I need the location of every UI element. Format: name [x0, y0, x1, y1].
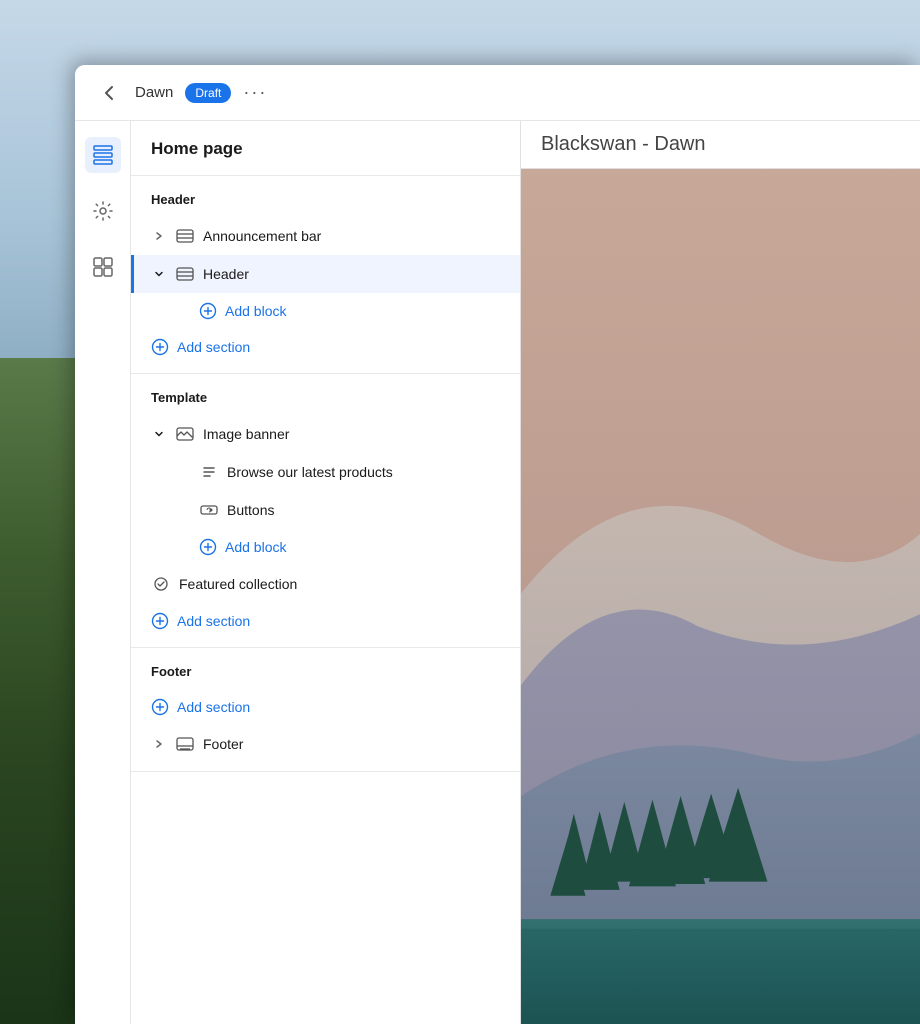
sidebar-sections-button[interactable] — [85, 137, 121, 173]
add-section-footer-button[interactable]: Add section — [131, 689, 520, 725]
tree-item-announcement-bar[interactable]: Announcement bar — [131, 217, 520, 255]
tree-item-footer[interactable]: Footer — [131, 725, 520, 763]
theme-name: Dawn — [135, 84, 173, 101]
add-block-header-label: Add block — [225, 303, 286, 319]
add-block-header-button[interactable]: Add block — [131, 293, 520, 329]
section-group-template-label: Template — [131, 390, 520, 415]
section-group-footer: Footer Add section — [131, 648, 520, 772]
back-button[interactable] — [95, 79, 123, 107]
announcement-bar-icon — [175, 226, 195, 246]
image-banner-icon — [175, 424, 195, 444]
tree-item-image-banner[interactable]: Image banner — [131, 415, 520, 453]
art-canvas — [521, 169, 920, 1024]
art-svg — [521, 169, 920, 1024]
chevron-right-icon — [151, 228, 167, 244]
section-group-footer-label: Footer — [131, 664, 520, 689]
panel-sidebar: Home page Header — [131, 121, 521, 1024]
footer-chevron-right-icon — [151, 736, 167, 752]
add-block-template-button[interactable]: Add block — [131, 529, 520, 565]
buttons-label: Buttons — [227, 502, 274, 518]
add-section-header-label: Add section — [177, 339, 250, 355]
add-section-circle-icon — [151, 338, 169, 356]
preview-area: Blackswan - Dawn — [521, 121, 920, 1024]
browse-products-label: Browse our latest products — [227, 464, 393, 480]
add-block-template-label: Add block — [225, 539, 286, 555]
preview-header: Blackswan - Dawn — [521, 121, 920, 169]
chevron-down-icon — [151, 266, 167, 282]
footer-label: Footer — [203, 736, 243, 752]
add-section-template-button[interactable]: Add section — [131, 603, 520, 639]
more-button[interactable]: ··· — [243, 82, 267, 103]
window-frame: Dawn Draft ··· — [75, 65, 920, 1024]
add-section-template-label: Add section — [177, 613, 250, 629]
image-banner-chevron-down-icon — [151, 426, 167, 442]
add-section-footer-label: Add section — [177, 699, 250, 715]
draft-badge: Draft — [185, 83, 231, 103]
top-bar: Dawn Draft ··· — [75, 65, 920, 121]
tree-item-buttons[interactable]: Buttons — [131, 491, 520, 529]
page-title: Home page — [131, 121, 520, 176]
text-icon — [199, 462, 219, 482]
add-section-header-button[interactable]: Add section — [131, 329, 520, 365]
icon-sidebar — [75, 121, 131, 1024]
header-icon — [175, 264, 195, 284]
preview-title: Blackswan - Dawn — [541, 133, 706, 156]
featured-collection-icon — [151, 574, 171, 594]
header-label: Header — [203, 266, 249, 282]
featured-collection-label: Featured collection — [179, 576, 297, 592]
image-banner-label: Image banner — [203, 426, 289, 442]
section-group-header: Header Announce — [131, 176, 520, 374]
main-content: Home page Header — [75, 121, 920, 1024]
section-group-template: Template Image banner — [131, 374, 520, 648]
section-group-header-label: Header — [131, 192, 520, 217]
buttons-icon — [199, 500, 219, 520]
add-block-template-circle-icon — [199, 538, 217, 556]
add-section-footer-circle-icon — [151, 698, 169, 716]
tree-item-header[interactable]: Header — [131, 255, 520, 293]
tree-item-featured-collection[interactable]: Featured collection — [131, 565, 520, 603]
add-section-template-circle-icon — [151, 612, 169, 630]
add-circle-icon — [199, 302, 217, 320]
announcement-bar-label: Announcement bar — [203, 228, 321, 244]
footer-icon — [175, 734, 195, 754]
preview-canvas — [521, 169, 920, 1024]
sidebar-settings-button[interactable] — [85, 193, 121, 229]
tree-item-browse-products[interactable]: Browse our latest products — [131, 453, 520, 491]
sidebar-blocks-button[interactable] — [85, 249, 121, 285]
